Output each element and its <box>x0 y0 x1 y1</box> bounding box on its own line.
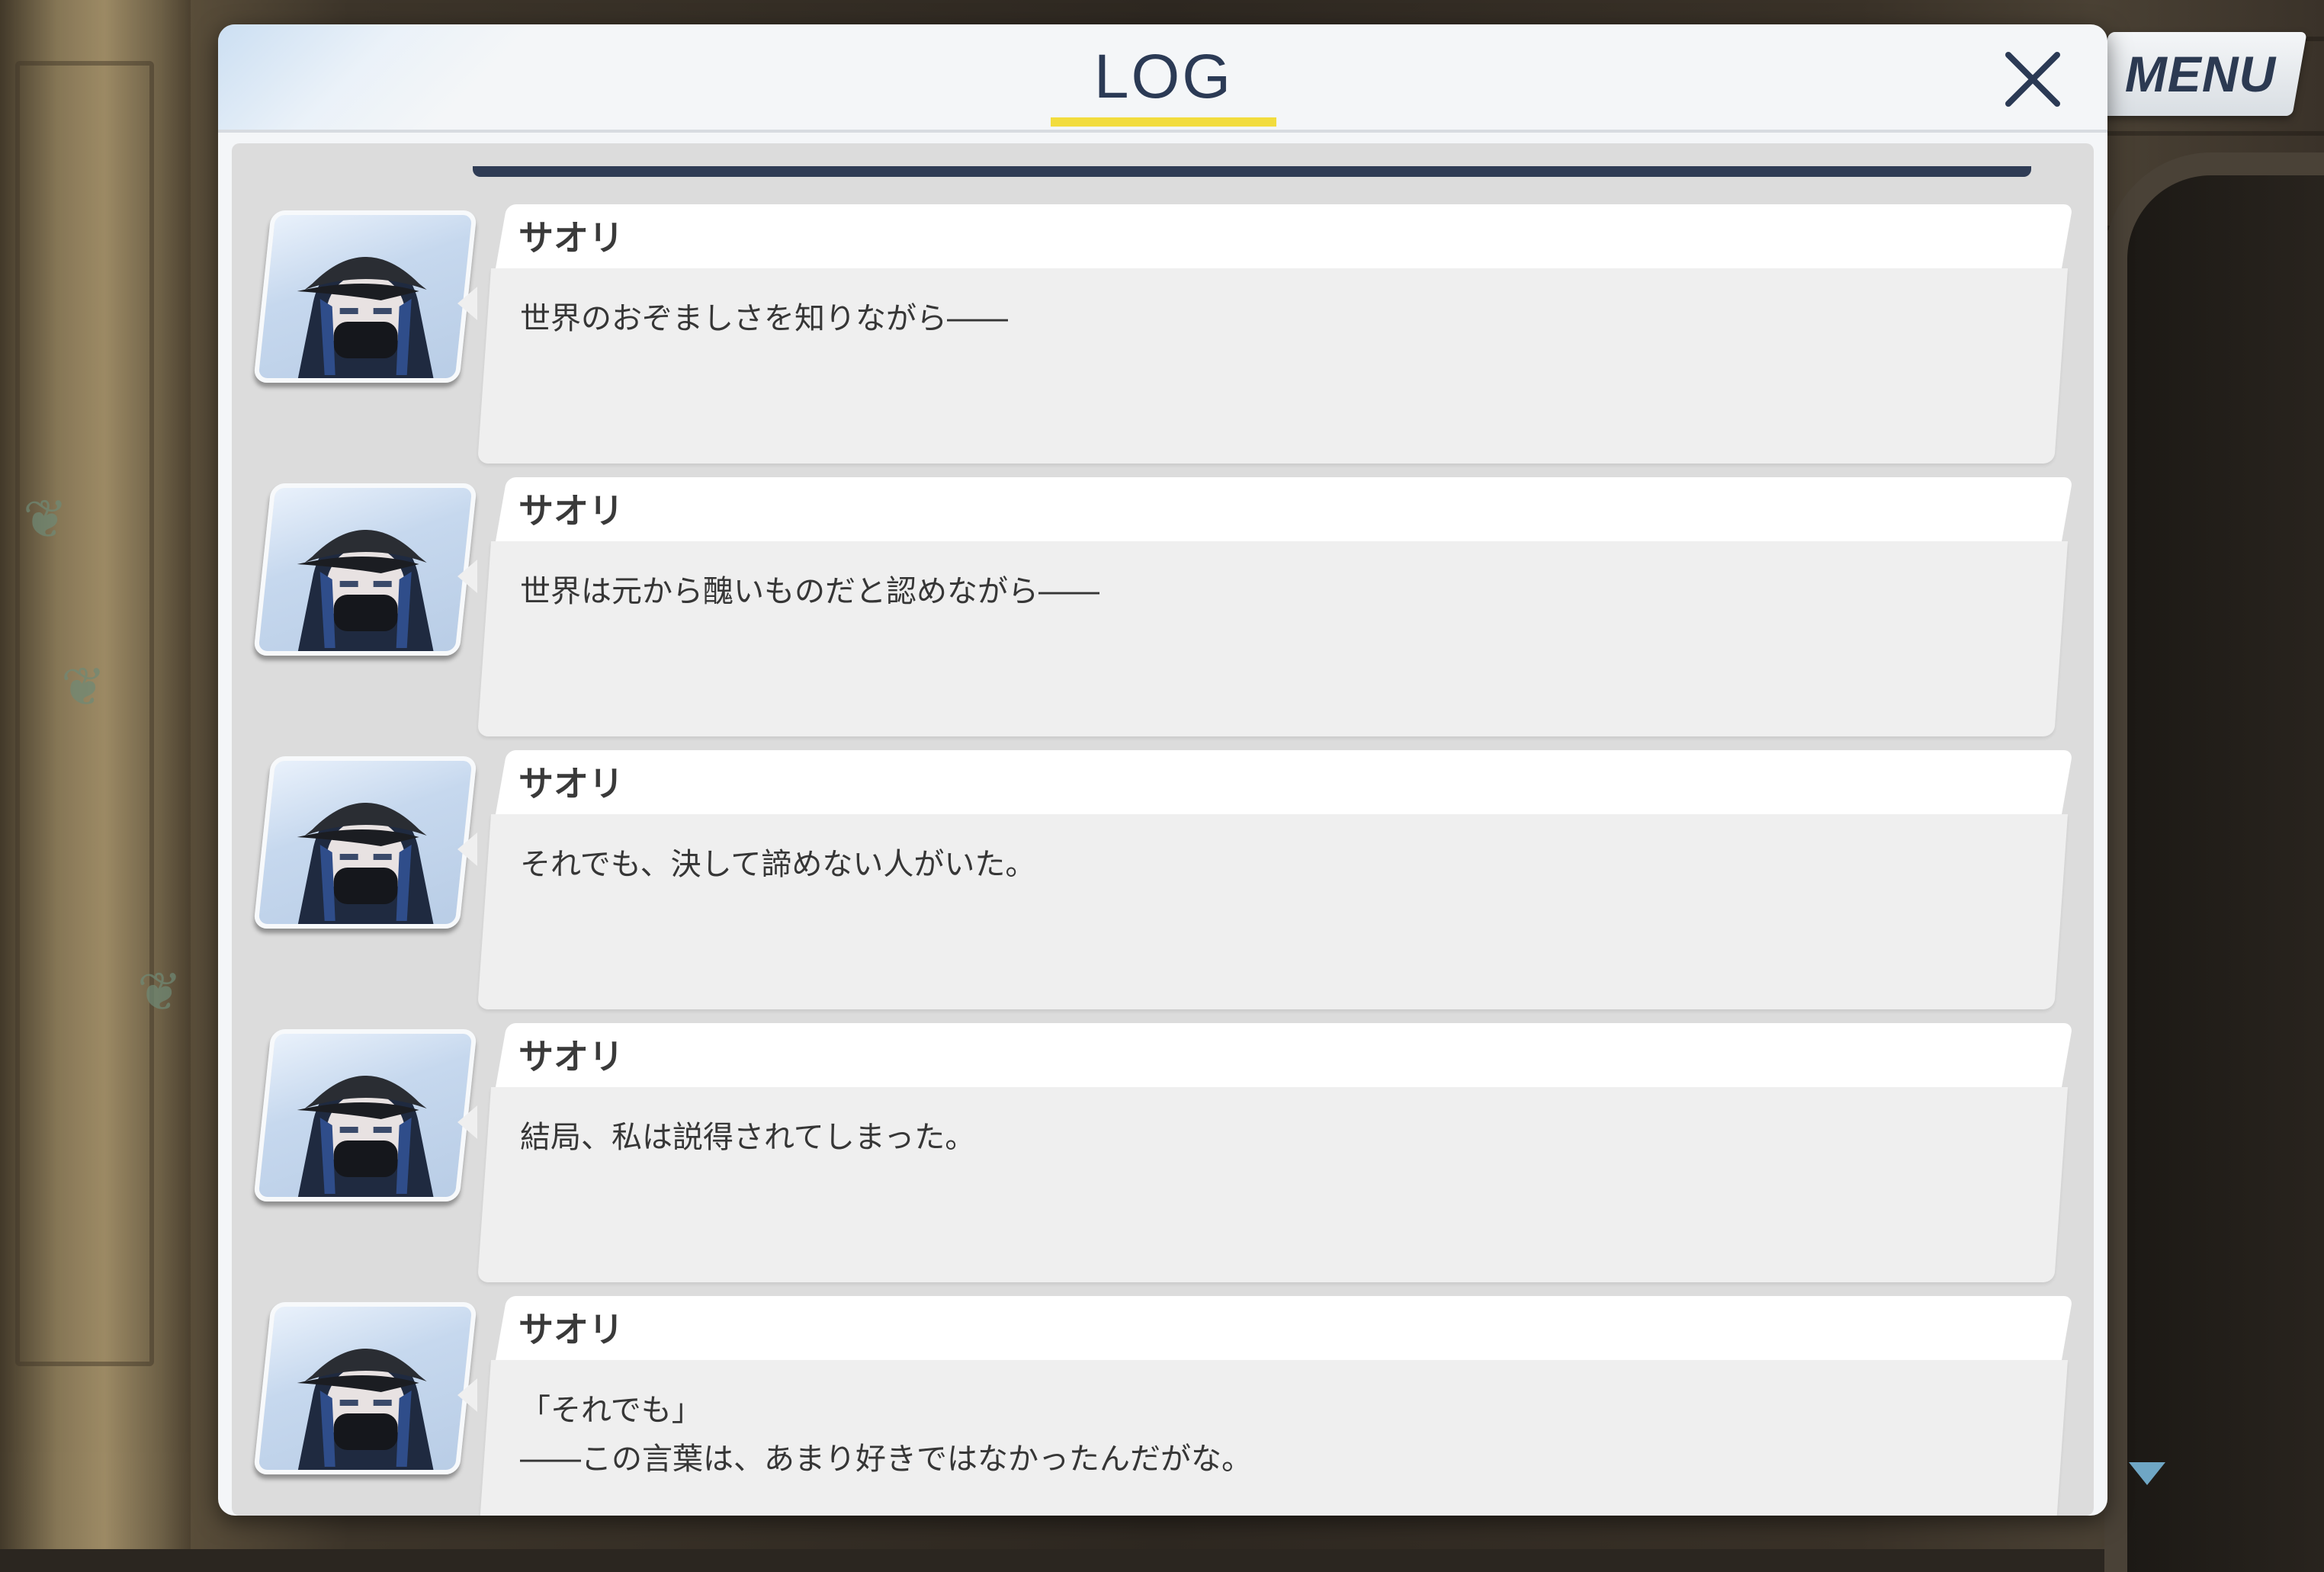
close-x-icon <box>2005 52 2060 107</box>
log-entry: サオリ 「それでも」 ――この言葉は、あまり好きではなかったんだがな。 <box>232 1294 2094 1516</box>
speaker-name-bar <box>496 750 2073 814</box>
dialogue-text: 世界は元から醜いものだと認めながら―― <box>520 574 1099 609</box>
speaker-name-bar <box>496 1296 2073 1360</box>
log-panel: LOG サオリ 世界のおぞましさを知りながら―― サオリ 世界は元から醜いものだ… <box>218 24 2107 1516</box>
dialogue-text: 世界のおぞましさを知りながら―― <box>520 301 1008 336</box>
speaker-avatar[interactable] <box>253 1029 477 1201</box>
portrait-image <box>297 1076 435 1201</box>
speaker-name: サオリ <box>518 1036 624 1077</box>
speaker-avatar[interactable] <box>253 483 477 656</box>
list-scroll-edge <box>473 166 2031 177</box>
speaker-name: サオリ <box>518 217 624 258</box>
dialogue-text: 結局、私は説得されてしまった。 <box>520 1120 976 1155</box>
log-list[interactable]: サオリ 世界のおぞましさを知りながら―― サオリ 世界は元から醜いものだと認めな… <box>232 143 2094 1516</box>
speaker-name: サオリ <box>518 1309 624 1350</box>
log-title: LOG <box>1093 42 1234 111</box>
log-entry: サオリ 世界のおぞましさを知りながら―― <box>232 203 2094 470</box>
scroll-down-arrow-icon[interactable] <box>2129 1462 2165 1485</box>
title-underline <box>1051 117 1276 127</box>
bubble-pointer <box>457 1105 477 1139</box>
background-pillar <box>0 0 191 1549</box>
background-arch <box>2104 152 2324 1572</box>
speaker-name-bar <box>496 204 2073 268</box>
portrait-image <box>297 1349 435 1474</box>
portrait-image <box>297 803 435 929</box>
speaker-name: サオリ <box>518 763 624 804</box>
speaker-avatar[interactable] <box>253 210 477 383</box>
menu-button[interactable]: MENU <box>2094 32 2307 116</box>
log-entry: サオリ 結局、私は説得されてしまった。 <box>232 1022 2094 1288</box>
speaker-name: サオリ <box>518 490 624 531</box>
log-header: LOG <box>218 24 2107 133</box>
dialogue-text: それでも、決して諦めない人がいた。 <box>520 847 1036 882</box>
bubble-pointer <box>457 1378 477 1412</box>
close-button[interactable] <box>1995 41 2071 117</box>
leaf-decoration: ❦ <box>137 961 182 1023</box>
bubble-pointer <box>457 560 477 593</box>
portrait-image <box>297 530 435 656</box>
speaker-name-bar <box>496 1023 2073 1087</box>
speaker-name-bar <box>496 477 2073 541</box>
menu-label: MENU <box>2124 46 2277 102</box>
bubble-pointer <box>457 287 477 320</box>
leaf-decoration: ❦ <box>61 656 106 718</box>
speaker-avatar[interactable] <box>253 1302 477 1474</box>
bubble-pointer <box>457 833 477 866</box>
dialogue-text: 「それでも」 ――この言葉は、あまり好きではなかったんだがな。 <box>520 1393 1252 1477</box>
log-entry: サオリ 世界は元から醜いものだと認めながら―― <box>232 476 2094 743</box>
speaker-avatar[interactable] <box>253 756 477 929</box>
portrait-image <box>297 257 435 383</box>
leaf-decoration: ❦ <box>23 488 68 550</box>
log-entry: サオリ それでも、決して諦めない人がいた。 <box>232 749 2094 1015</box>
